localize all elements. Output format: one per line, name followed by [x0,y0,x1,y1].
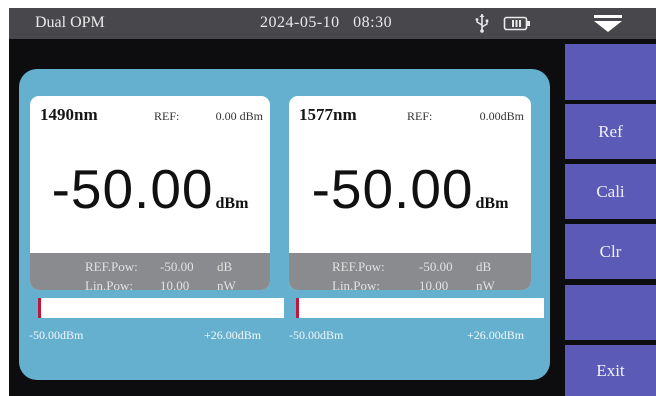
card-header: 1490nm REF: 0.00 dBm [30,96,270,130]
lin-pow-row: Lin.Pow: 10.00 nW [30,278,270,290]
lin-pow-row: Lin.Pow: 10.00 nW [289,278,531,290]
level-marker [296,298,299,318]
blank-button-bottom[interactable] [565,285,656,340]
card-footer: REF.Pow: -50.00 dB Lin.Pow: 10.00 nW [289,253,531,290]
range-min-label: -50.00dBm [29,328,84,342]
ref-pow-row: REF.Pow: -50.00 dB [30,259,270,277]
level-bar [296,298,544,318]
ref-pow-row: REF.Pow: -50.00 dB [289,259,531,277]
range-max-label: +26.00dBm [467,328,525,342]
lin-pow-unit: nW [217,278,236,290]
ref-pow-label: REF.Pow: [332,259,385,274]
menu-dropdown-icon[interactable] [594,15,622,33]
level-marker [38,298,41,318]
clr-button[interactable]: Clr [565,224,656,279]
lin-pow-value: 10.00 [419,278,449,290]
meter-panel: 1490nm REF: 0.00 dBm -50.00 dBm REF.Pow: … [19,69,550,380]
power-unit: dBm [215,195,249,212]
card-header: 1577nm REF: 0.00dBm [289,96,531,130]
power-value: -50.00 [51,158,214,220]
ref-value: 0.00 dBm [215,109,263,123]
channel-card-1490[interactable]: 1490nm REF: 0.00 dBm -50.00 dBm REF.Pow: … [30,96,270,290]
blank-button-top[interactable] [565,44,656,100]
date-time: 2024-05-10 08:30 [260,14,393,31]
range-max-label: +26.00dBm [204,328,262,342]
range-min-label: -50.00dBm [289,328,344,342]
exit-button[interactable]: Exit [565,345,656,396]
ref-pow-unit: dB [476,259,492,274]
lin-pow-label: Lin.Pow: [85,278,134,290]
lin-pow-unit: nW [476,278,495,290]
power-reading: -50.00 dBm [30,154,270,224]
lin-pow-label: Lin.Pow: [332,278,381,290]
cali-button[interactable]: Cali [565,164,656,219]
card-footer: REF.Pow: -50.00 dB Lin.Pow: 10.00 nW [30,253,270,290]
ref-pow-value: -50.00 [419,259,453,274]
status-bar: Dual OPM 2024-05-10 08:30 [9,8,656,39]
wavelength-label: 1490nm [40,105,98,124]
ref-pow-value: -50.00 [160,259,194,274]
ref-button[interactable]: Ref [565,104,656,159]
power-reading: -50.00 dBm [289,154,531,224]
lin-pow-value: 10.00 [160,278,190,290]
ref-label: REF: [407,109,433,123]
ref-pow-unit: dB [217,259,233,274]
channel-card-1577[interactable]: 1577nm REF: 0.00dBm -50.00 dBm REF.Pow: -… [289,96,531,290]
battery-icon [503,16,530,31]
power-value: -50.00 [311,158,474,220]
device-screen: Dual OPM 2024-05-10 08:30 1490nm REF: 0.… [9,8,656,396]
power-unit: dBm [475,195,509,212]
level-bar [38,298,284,318]
ref-pow-label: REF.Pow: [85,259,138,274]
wavelength-label: 1577nm [299,105,357,124]
ref-label: REF: [154,109,180,123]
app-title: Dual OPM [35,14,105,31]
usb-icon [475,14,489,33]
ref-value: 0.00dBm [479,109,524,123]
